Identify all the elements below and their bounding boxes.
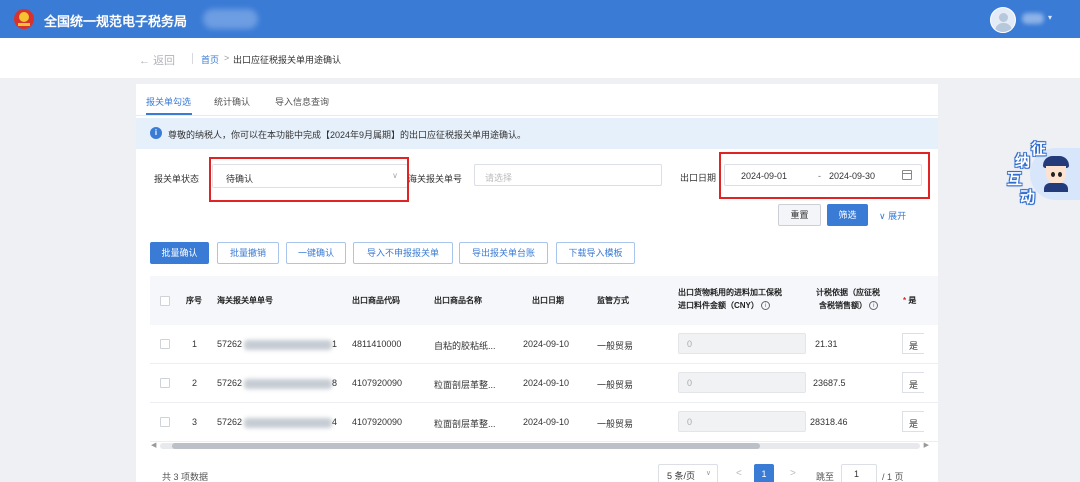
goto-page-input[interactable]: 1: [841, 464, 877, 482]
row-status-select[interactable]: 是: [902, 333, 924, 354]
export-ledger-button[interactable]: 导出报关单台账: [459, 242, 548, 264]
one-click-confirm-button[interactable]: 一键确认: [286, 242, 346, 264]
divider: [192, 53, 193, 64]
customs-number-label: 海关报关单号: [408, 174, 463, 184]
scroll-left-icon[interactable]: ◀: [151, 441, 156, 449]
total-pages: / 1 页: [882, 472, 904, 482]
highlight-date-filter: [719, 152, 930, 199]
import-amount-field: 0: [678, 372, 806, 393]
column-header-import-amount: 出口货物耗用的进料加工保税 进口料件金额（CNY） i: [678, 288, 782, 311]
masked-customs-number: [244, 379, 332, 389]
table-row[interactable]: 3 57262 4 4107920090 粒面剖层革整... 2024-09-1…: [150, 403, 938, 442]
user-avatar[interactable]: [990, 7, 1016, 33]
help-icon[interactable]: i: [869, 301, 879, 311]
notice-banner: i 尊敬的纳税人，你可以在本功能中完成【2024年9月属期】的出口应征税报关单用…: [136, 118, 938, 149]
scrollbar-thumb[interactable]: [172, 443, 760, 449]
page-size-select[interactable]: 5 条/页 ∨: [658, 464, 718, 482]
import-not-apply-button[interactable]: 导入不申报报关单: [353, 242, 453, 264]
row-status-select[interactable]: 是: [902, 411, 924, 432]
tab-bar: 报关单勾选 统计确认 导入信息查询: [136, 84, 938, 116]
chevron-down-icon: ∨: [705, 470, 711, 477]
breadcrumb-home-link[interactable]: 首页: [201, 53, 219, 66]
tax-interaction-widget[interactable]: 征 纳 互 动: [1003, 138, 1080, 210]
user-name-masked[interactable]: [1022, 13, 1044, 24]
query-button[interactable]: 筛选: [827, 204, 868, 226]
breadcrumb-separator: >: [224, 53, 230, 63]
chevron-down-icon[interactable]: ▾: [1048, 13, 1052, 22]
expand-filters-link[interactable]: ∨ 展开: [879, 209, 906, 222]
tab-import-info-query[interactable]: 导入信息查询: [275, 95, 329, 108]
scroll-right-icon[interactable]: ▶: [924, 441, 929, 449]
region-badge-masked: [203, 9, 258, 29]
column-header-goods-code: 出口商品代码: [352, 296, 400, 305]
column-header-export-date: 出口日期: [532, 296, 564, 305]
reset-button[interactable]: 重置: [778, 204, 821, 226]
column-header-goods-name: 出口商品名称: [434, 296, 482, 305]
tab-statistics-confirmation[interactable]: 统计确认: [214, 95, 250, 108]
top-navigation-bar: 全国统一规范电子税务局 ▾: [0, 0, 1080, 38]
import-amount-field: 0: [678, 333, 806, 354]
table-row[interactable]: 1 57262 1 4811410000 自粘的胶粘纸... 2024-09-1…: [150, 325, 938, 364]
main-panel: 报关单勾选 统计确认 导入信息查询 i 尊敬的纳税人，你可以在本功能中完成【20…: [136, 84, 938, 482]
breadcrumb: ← 返回 首页 > 出口应征税报关单用途确认: [0, 38, 1080, 78]
masked-customs-number: [244, 418, 332, 428]
total-count: 共 3 项数据: [162, 472, 209, 482]
row-checkbox[interactable]: [160, 339, 170, 349]
notice-text: 尊敬的纳税人，你可以在本功能中完成【2024年9月属期】的出口应征税报关单用途确…: [168, 130, 527, 140]
batch-confirm-button[interactable]: 批量确认: [150, 242, 209, 264]
import-amount-field: 0: [678, 411, 806, 432]
row-checkbox[interactable]: [160, 378, 170, 388]
masked-customs-number: [244, 340, 332, 350]
page-1-button[interactable]: 1: [754, 464, 774, 482]
breadcrumb-current: 出口应征税报关单用途确认: [233, 55, 342, 65]
column-header-cut: * 是: [903, 296, 917, 305]
site-title: 全国统一规范电子税务局: [44, 14, 188, 29]
download-template-button[interactable]: 下载导入模板: [556, 242, 635, 264]
goto-label: 跳至: [816, 472, 835, 482]
next-page-button[interactable]: >: [790, 468, 796, 479]
info-icon: i: [150, 127, 162, 139]
column-header-seq: 序号: [186, 296, 202, 305]
tab-declaration-selection[interactable]: 报关单勾选: [146, 95, 191, 108]
help-icon[interactable]: i: [761, 301, 771, 311]
column-header-customs-no: 海关报关单单号: [217, 296, 273, 305]
batch-revoke-button[interactable]: 批量撤销: [217, 242, 279, 264]
select-all-checkbox[interactable]: [160, 296, 170, 306]
highlight-status-filter: [209, 157, 409, 202]
horizontal-scrollbar[interactable]: ◀ ▶: [151, 442, 929, 449]
chevron-down-icon: ∨: [879, 211, 886, 221]
customs-number-input[interactable]: 请选择: [474, 164, 662, 186]
arrow-left-icon: ←: [139, 55, 150, 67]
mascot-officer-icon: [1041, 156, 1071, 192]
back-button[interactable]: ← 返回: [139, 52, 175, 68]
row-checkbox[interactable]: [160, 417, 170, 427]
row-status-select[interactable]: 是: [902, 372, 924, 393]
column-header-supervision: 监管方式: [597, 296, 629, 305]
tax-emblem-icon: [14, 9, 34, 29]
column-header-tax-basis: 计税依据（应征税 含税销售额） i: [816, 288, 880, 311]
active-tab-indicator: [146, 113, 192, 115]
status-filter-label: 报关单状态: [154, 174, 200, 184]
prev-page-button[interactable]: <: [736, 468, 742, 479]
table-header: 序号 海关报关单单号 出口商品代码 出口商品名称 出口日期 监管方式 出口货物耗…: [150, 276, 938, 325]
table-row[interactable]: 2 57262 8 4107920090 粒面剖层革整... 2024-09-1…: [150, 364, 938, 403]
export-date-label: 出口日期: [680, 173, 717, 183]
